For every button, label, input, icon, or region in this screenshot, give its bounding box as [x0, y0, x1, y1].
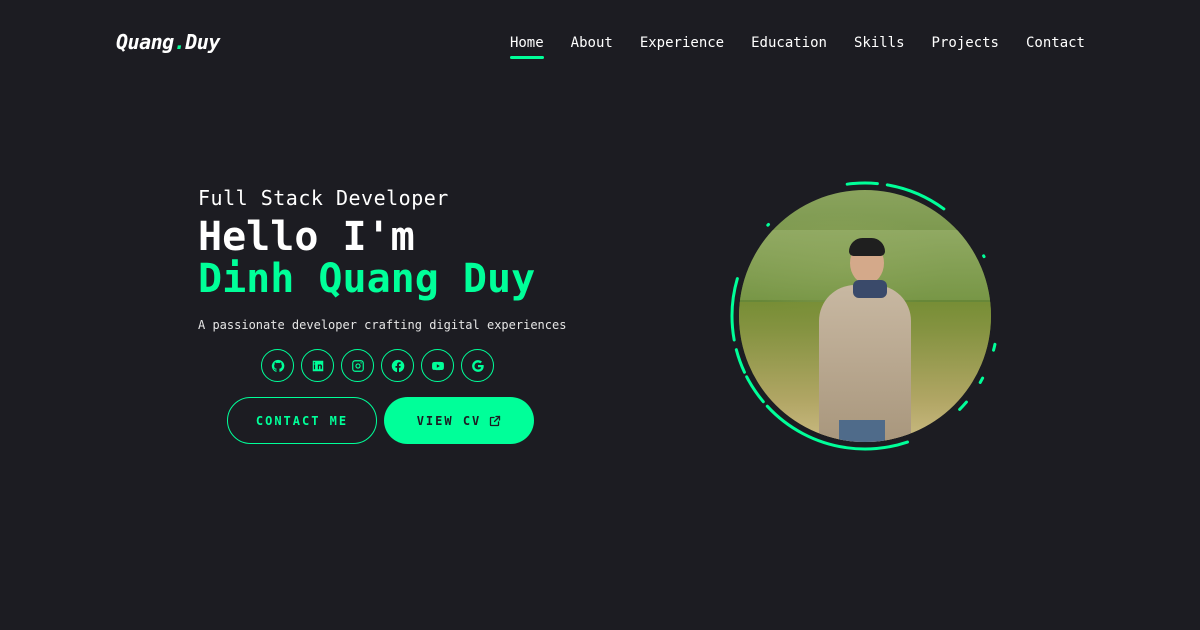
hero-name: Dinh Quang Duy: [198, 256, 536, 302]
logo-first: Quang: [116, 30, 174, 54]
profile-photo: [739, 190, 991, 442]
site-logo[interactable]: Quang.Duy: [116, 30, 220, 54]
hero-role: Full Stack Developer: [198, 186, 449, 210]
google-link[interactable]: [461, 349, 494, 382]
nav-item-education[interactable]: Education: [751, 35, 827, 59]
linkedin-link[interactable]: [301, 349, 334, 382]
nav-item-skills[interactable]: Skills: [854, 35, 905, 59]
google-icon: [471, 359, 484, 372]
linkedin-icon: [312, 360, 323, 371]
social-links: [261, 349, 494, 382]
nav-item-about[interactable]: About: [571, 35, 613, 59]
youtube-link[interactable]: [421, 349, 454, 382]
facebook-link[interactable]: [381, 349, 414, 382]
nav-item-home[interactable]: Home: [509, 35, 544, 59]
github-link[interactable]: [261, 349, 294, 382]
logo-dot: .: [173, 30, 186, 54]
view-cv-label: VIEW CV: [416, 413, 482, 428]
external-link-icon: [490, 415, 501, 426]
view-cv-button[interactable]: VIEW CV: [384, 397, 534, 444]
instagram-link[interactable]: [341, 349, 374, 382]
facebook-icon: [391, 359, 404, 372]
hero-tagline: A passionate developer crafting digital …: [198, 318, 567, 332]
hero-text: Full Stack Developer Hello I'm Dinh Quan…: [198, 186, 566, 332]
contact-me-label: CONTACT ME: [255, 413, 349, 428]
instagram-icon: [351, 359, 364, 372]
nav-item-contact[interactable]: Contact: [1026, 35, 1085, 59]
youtube-icon: [431, 361, 444, 370]
github-icon: [271, 359, 284, 372]
nav-item-experience[interactable]: Experience: [640, 35, 724, 59]
nav-item-projects[interactable]: Projects: [932, 35, 999, 59]
profile-photo-frame: [725, 176, 1005, 456]
main-nav: Home About Experience Education Skills P…: [509, 35, 1085, 59]
logo-second: Duy: [185, 30, 220, 54]
hero-greeting: Hello I'm: [198, 214, 415, 260]
contact-me-button[interactable]: CONTACT ME: [227, 397, 377, 444]
